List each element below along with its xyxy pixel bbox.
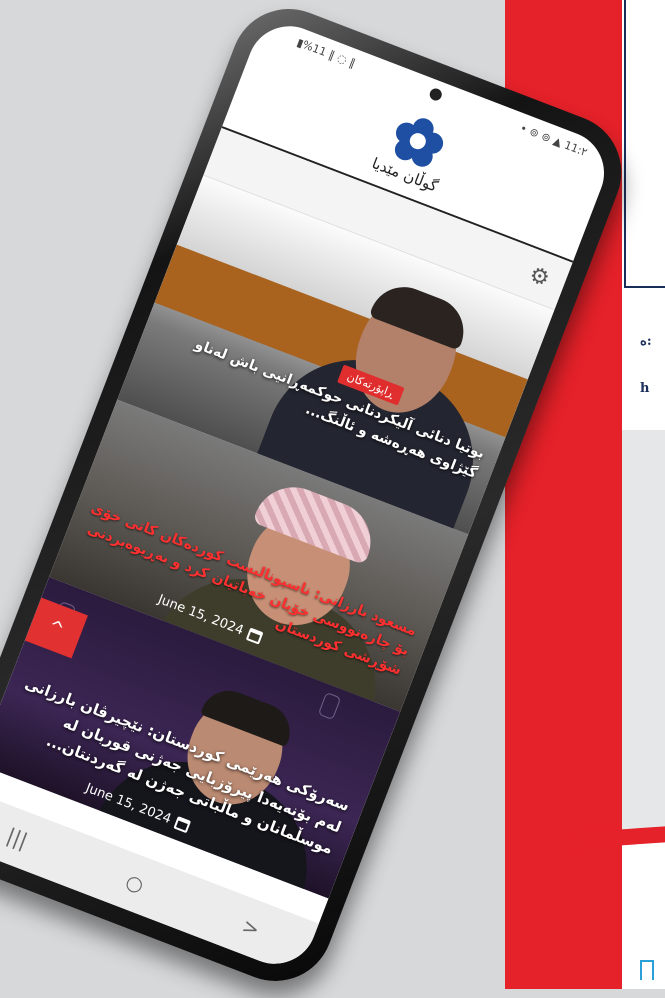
- back-button[interactable]: >: [239, 913, 263, 941]
- home-button[interactable]: ○: [122, 869, 147, 898]
- gear-icon[interactable]: ⚙: [526, 262, 553, 292]
- background-blue-bracket: [640, 960, 654, 980]
- lantern-decoration: [317, 691, 342, 721]
- chevron-up-icon: ^: [45, 615, 68, 641]
- background-text-1: ە:: [640, 334, 652, 349]
- background-text-2: h: [640, 381, 650, 396]
- recent-apps-button[interactable]: |||: [3, 823, 30, 853]
- background-gray-panel: [622, 430, 665, 830]
